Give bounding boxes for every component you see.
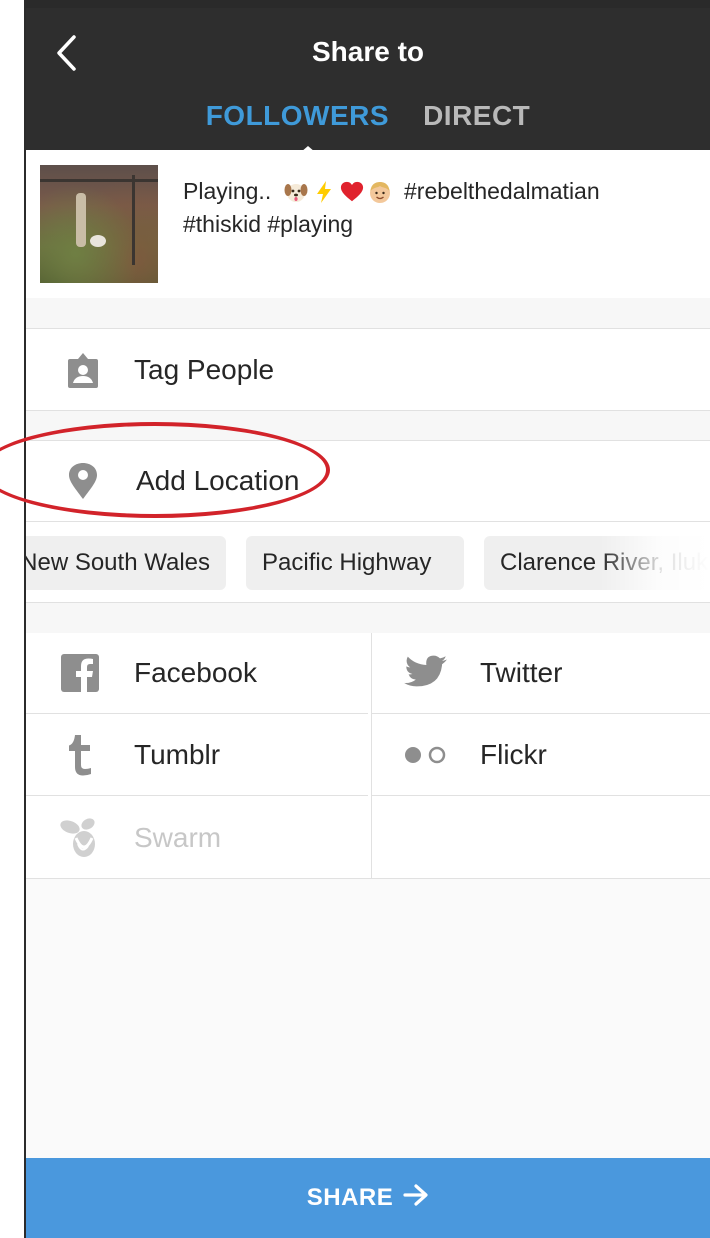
share-tabs: FOLLOWERS DIRECT [26,100,710,140]
caption-start: Playing.. [183,178,272,204]
share-tumblr[interactable]: Tumblr [26,715,368,796]
share-label: Facebook [134,657,257,688]
flickr-icon [398,715,454,795]
page-title: Share to [311,36,425,67]
post-thumbnail [40,165,158,283]
facebook-icon [52,633,108,713]
caption-text[interactable]: Playing.. #rebelthedalmatian #thiskid #p… [183,175,693,241]
share-label: Flickr [480,739,547,770]
thumbnail-child [76,193,86,247]
location-chip[interactable]: New South Wales [26,536,226,590]
location-suggestions: New South Wales Pacific Highway Clarence… [26,521,710,603]
share-twitter[interactable]: Twitter [372,633,710,714]
share-button[interactable]: SHARE [26,1158,710,1238]
share-targets-grid: Facebook Twitter Tumblr Flickr Swarm [26,633,710,879]
tag-people-label: Tag People [134,353,275,385]
tag-people-row[interactable]: Tag People [26,329,710,411]
share-label: Tumblr [134,739,221,770]
section-spacer [26,298,710,329]
lightning-icon [312,180,336,204]
section-spacer [26,411,710,441]
heart-icon [340,180,364,204]
share-screen: Share to FOLLOWERS DIRECT Playing.. #reb… [26,0,710,1238]
person-tag-icon [60,329,106,410]
child-face-icon [368,180,392,204]
page-edge-rule [24,0,26,1238]
thumbnail-pole [132,175,135,265]
location-chip[interactable]: Pacific Highway [246,536,464,590]
location-chip[interactable]: Clarence River, Iluka [484,536,710,590]
share-swarm[interactable]: Swarm [26,797,368,878]
caption-hashtags-line2: #thiskid #playing [183,211,354,237]
swarm-icon [52,797,108,878]
location-pin-icon [60,441,106,521]
tab-direct[interactable]: DIRECT [423,100,530,140]
caption-emojis [284,180,392,204]
share-label: Swarm [134,821,222,853]
post-caption-section: Playing.. #rebelthedalmatian #thiskid #p… [26,150,710,299]
share-flickr[interactable]: Flickr [372,715,710,796]
section-spacer [26,603,710,634]
tumblr-icon [52,715,108,795]
share-label: Twitter [480,657,563,688]
empty-grid-cell [372,797,710,878]
caption-hashtags: #rebelthedalmatian [404,178,600,204]
arrow-right-icon [403,1183,429,1213]
thumbnail-clothesline [40,179,158,182]
add-location-row[interactable]: Add Location [26,441,710,521]
twitter-icon [398,633,454,713]
dog-face-icon [284,180,308,204]
share-facebook[interactable]: Facebook [26,633,368,714]
tab-followers[interactable]: FOLLOWERS [206,100,389,140]
thumbnail-dog [90,235,106,247]
share-button-label: SHARE [306,1184,394,1211]
add-location-label: Add Location [136,465,300,496]
header-bar: Share to FOLLOWERS DIRECT [26,0,710,158]
